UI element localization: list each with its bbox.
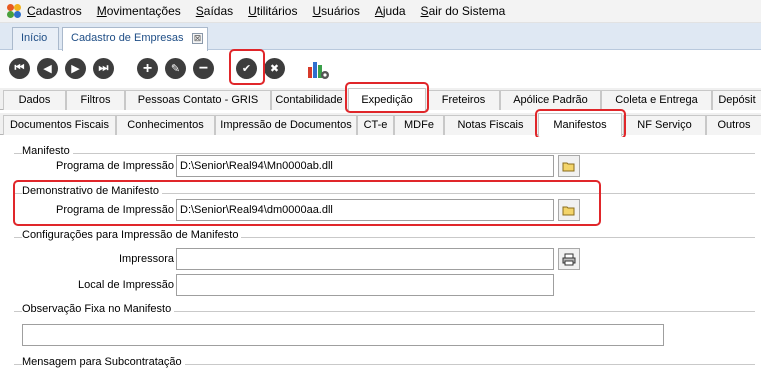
previous-record-button[interactable]: ◀: [37, 58, 58, 79]
demonstrativo-highlight: [13, 180, 601, 226]
tab-filtros[interactable]: Filtros: [66, 90, 125, 110]
first-record-button[interactable]: ⏮: [9, 58, 30, 79]
menu-cadastros[interactable]: Cadastros: [27, 4, 82, 18]
menu-sair[interactable]: Sair do Sistema: [421, 4, 506, 18]
cancel-button[interactable]: ✖: [264, 58, 285, 79]
location-label: Local de Impressão: [78, 279, 174, 291]
tab-cte[interactable]: CT-e: [357, 115, 394, 135]
remove-button[interactable]: −: [193, 58, 214, 79]
printer-field[interactable]: [176, 248, 554, 270]
tab-coleta-entrega[interactable]: Coleta e Entrega: [601, 90, 712, 110]
tab-deposito[interactable]: Depósit: [712, 90, 761, 110]
next-record-button[interactable]: ▶: [65, 58, 86, 79]
tab-cadastro-empresas-label: Cadastro de Empresas: [71, 32, 184, 44]
tab-inicio-label: Início: [21, 32, 48, 44]
manifesto-program-label: Programa de Impressão: [56, 160, 174, 172]
menu-utilitarios[interactable]: Utilitários: [248, 4, 297, 18]
manifesto-program-field[interactable]: D:\Senior\Real94\Mn0000ab.dll: [176, 155, 554, 177]
menu-ajuda[interactable]: Ajuda: [375, 4, 406, 18]
location-field[interactable]: [176, 274, 554, 296]
tab-contabilidade[interactable]: Contabilidade: [271, 90, 347, 110]
manifesto-group: [14, 153, 755, 154]
close-tab-icon[interactable]: ⊠: [192, 33, 203, 44]
tab-notas-fiscais[interactable]: Notas Fiscais: [444, 115, 537, 135]
tab-mdfe[interactable]: MDFe: [394, 115, 444, 135]
confirm-button-highlight: [229, 49, 265, 85]
manifestos-tab-highlight: [535, 109, 626, 139]
tab-documentos-fiscais[interactable]: Documentos Fiscais: [3, 115, 116, 135]
observacao-field[interactable]: [22, 324, 664, 346]
sub-tab-row: Documentos Fiscais Conhecimentos Impress…: [0, 113, 761, 136]
menu-bar: Cadastros Movimentações Saídas Utilitári…: [0, 0, 761, 23]
printer-icon[interactable]: [558, 248, 580, 270]
add-button[interactable]: +: [137, 58, 158, 79]
tab-nf-servico[interactable]: NF Serviço: [623, 115, 706, 135]
tab-apolice-padrao[interactable]: Apólice Padrão: [500, 90, 601, 110]
folder-icon[interactable]: [558, 155, 580, 177]
manifestos-panel: Manifesto Programa de Impressão D:\Senio…: [0, 137, 761, 376]
report-chart-icon[interactable]: [306, 57, 330, 81]
edit-button[interactable]: ✎: [165, 58, 186, 79]
app-logo-icon: [7, 4, 21, 18]
last-record-button[interactable]: ⏭: [93, 58, 114, 79]
expedicao-tab-highlight: [345, 82, 429, 113]
printer-label: Impressora: [118, 253, 174, 265]
tab-pessoas-contato[interactable]: Pessoas Contato - GRIS: [125, 90, 271, 110]
document-tab-strip: Início Cadastro de Empresas ⊠: [0, 23, 761, 51]
tab-cadastro-empresas[interactable]: Cadastro de Empresas ⊠: [62, 27, 208, 51]
tab-outros[interactable]: Outros: [706, 115, 761, 135]
mensagem-group-title: Mensagem para Subcontratação: [22, 356, 185, 368]
configuracoes-group-title: Configurações para Impressão de Manifest…: [22, 229, 242, 241]
menu-saidas[interactable]: Saídas: [196, 4, 233, 18]
menu-movimentacoes[interactable]: Movimentações: [97, 4, 181, 18]
observacao-group-title: Observação Fixa no Manifesto: [22, 303, 175, 315]
menu-usuarios[interactable]: Usuários: [312, 4, 359, 18]
tab-dados[interactable]: Dados: [3, 90, 66, 110]
tab-impressao-documentos[interactable]: Impressão de Documentos: [215, 115, 357, 135]
tab-conhecimentos[interactable]: Conhecimentos: [116, 115, 215, 135]
tab-inicio[interactable]: Início: [12, 27, 59, 50]
tab-freteiros[interactable]: Freteiros: [427, 90, 500, 110]
manifesto-group-title: Manifesto: [22, 145, 73, 157]
